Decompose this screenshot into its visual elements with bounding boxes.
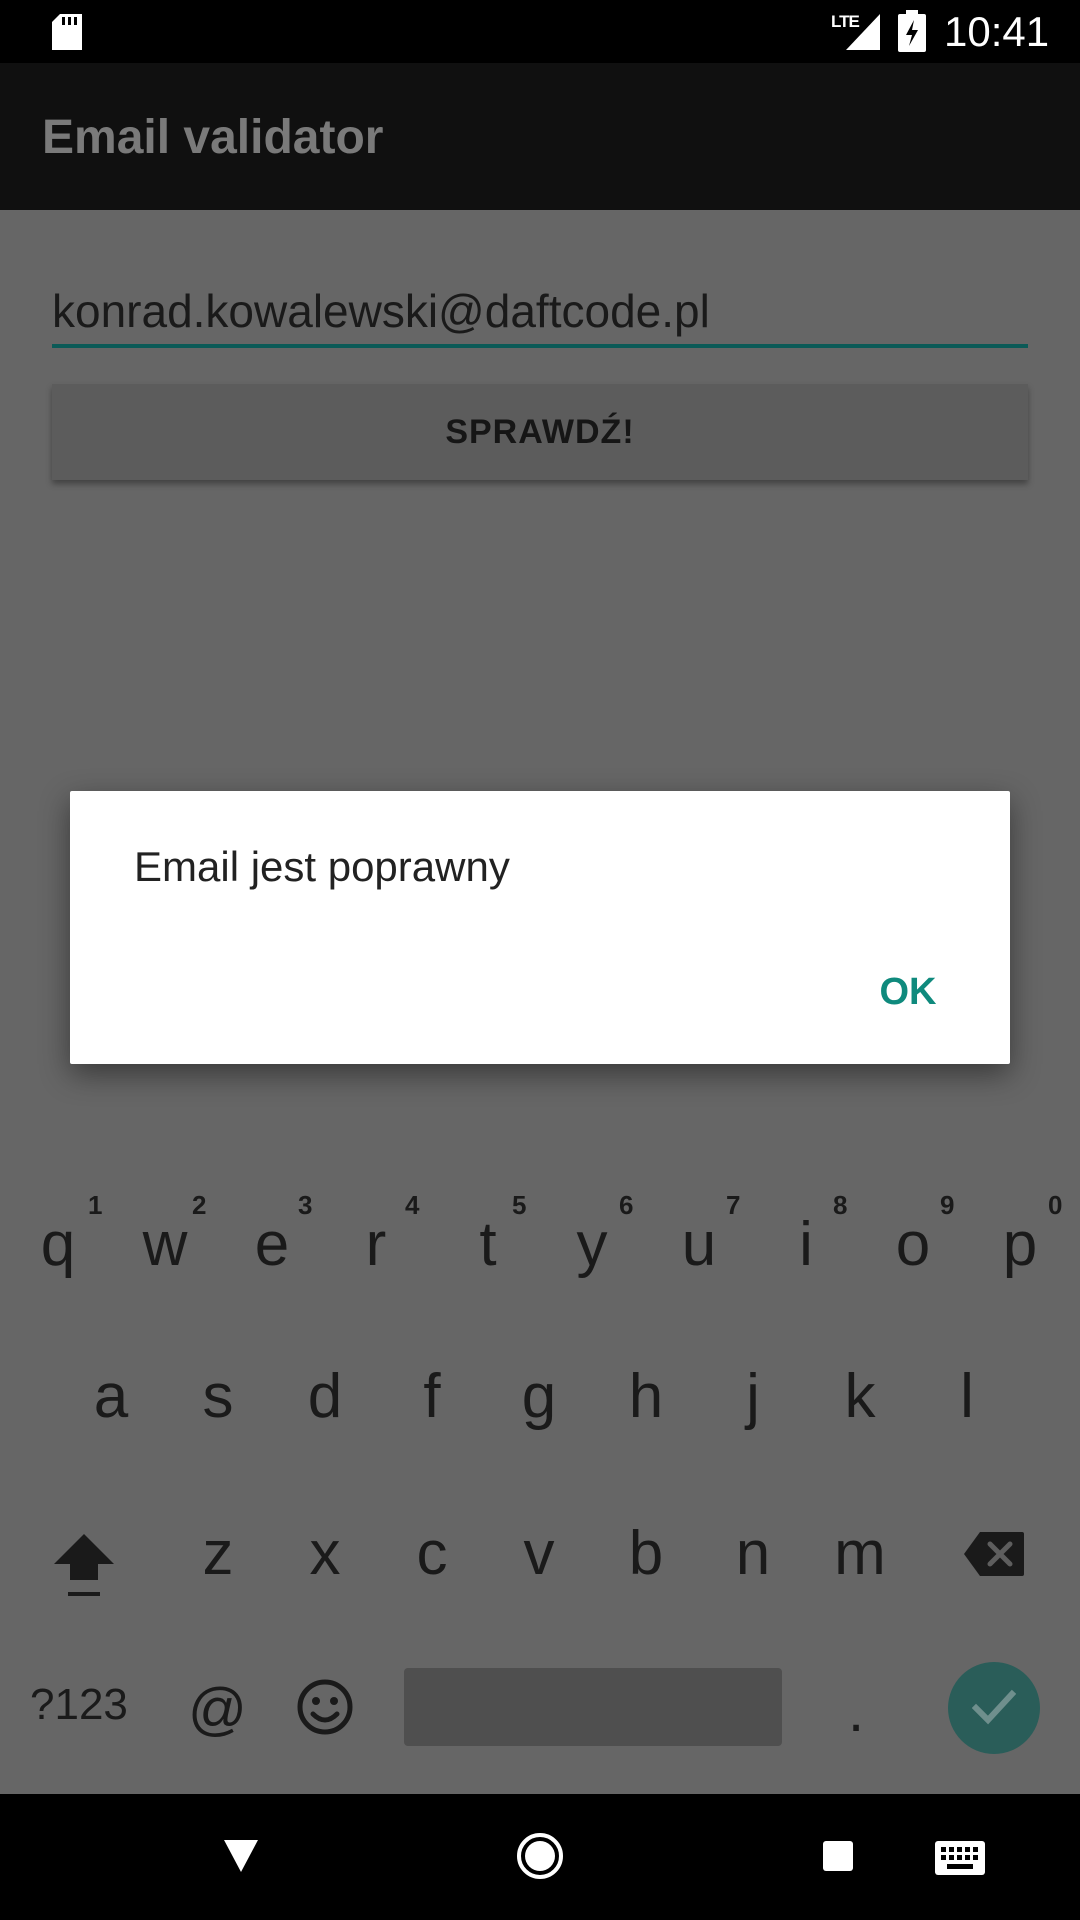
key-a[interactable]: a bbox=[66, 1357, 156, 1437]
status-clock: 10:41 bbox=[944, 8, 1050, 55]
key-n[interactable]: n bbox=[708, 1514, 798, 1594]
key-u-hint: 7 bbox=[726, 1190, 741, 1220]
key-m[interactable]: m bbox=[815, 1514, 905, 1594]
key-t-hint: 5 bbox=[512, 1190, 527, 1220]
key-p-hint: 0 bbox=[1048, 1190, 1063, 1220]
app-title: Email validator bbox=[42, 111, 384, 164]
recents-icon[interactable] bbox=[822, 1840, 854, 1872]
space-key[interactable] bbox=[404, 1668, 782, 1746]
key-j[interactable]: j bbox=[708, 1357, 798, 1437]
alert-dialog bbox=[70, 791, 1010, 1064]
signal-icon bbox=[846, 14, 880, 50]
battery-charging-icon bbox=[898, 10, 926, 52]
key-h[interactable]: h bbox=[601, 1357, 691, 1437]
key-o-hint: 9 bbox=[940, 1190, 955, 1220]
key-x[interactable]: x bbox=[280, 1514, 370, 1594]
backspace-icon[interactable] bbox=[962, 1530, 1026, 1578]
key-q-hint: 1 bbox=[88, 1190, 103, 1220]
key-e-hint: 3 bbox=[298, 1190, 313, 1220]
email-input[interactable] bbox=[52, 278, 1028, 348]
key-d[interactable]: d bbox=[280, 1357, 370, 1437]
back-icon[interactable] bbox=[222, 1838, 260, 1874]
home-icon[interactable] bbox=[516, 1832, 564, 1880]
enter-key[interactable] bbox=[948, 1662, 1040, 1754]
key-b[interactable]: b bbox=[601, 1514, 691, 1594]
key-y-hint: 6 bbox=[619, 1190, 634, 1220]
sd-card-icon bbox=[52, 14, 82, 50]
check-email-button[interactable]: SPRAWDŹ! bbox=[52, 384, 1028, 480]
key-w-hint: 2 bbox=[192, 1190, 207, 1220]
ok-button[interactable]: OK bbox=[862, 963, 954, 1021]
key-g[interactable]: g bbox=[494, 1357, 584, 1437]
dialog-message: Email jest poprawny bbox=[134, 843, 510, 890]
key-z[interactable]: z bbox=[173, 1514, 263, 1594]
emoji-icon[interactable] bbox=[296, 1678, 354, 1736]
shift-icon[interactable] bbox=[52, 1528, 116, 1602]
key-i-hint: 8 bbox=[833, 1190, 848, 1220]
key-s[interactable]: s bbox=[173, 1357, 263, 1437]
key-c[interactable]: c bbox=[387, 1514, 477, 1594]
period-key[interactable]: . bbox=[848, 1672, 864, 1752]
key-v[interactable]: v bbox=[494, 1514, 584, 1594]
symbols-key[interactable]: ?123 bbox=[30, 1670, 128, 1740]
key-k[interactable]: k bbox=[815, 1357, 905, 1437]
checkmark-icon bbox=[972, 1689, 1016, 1725]
keyboard-switch-icon[interactable] bbox=[934, 1840, 986, 1876]
key-r-hint: 4 bbox=[405, 1190, 420, 1220]
at-key[interactable]: @ bbox=[188, 1670, 247, 1750]
key-l[interactable]: l bbox=[922, 1357, 1012, 1437]
key-f[interactable]: f bbox=[387, 1357, 477, 1437]
